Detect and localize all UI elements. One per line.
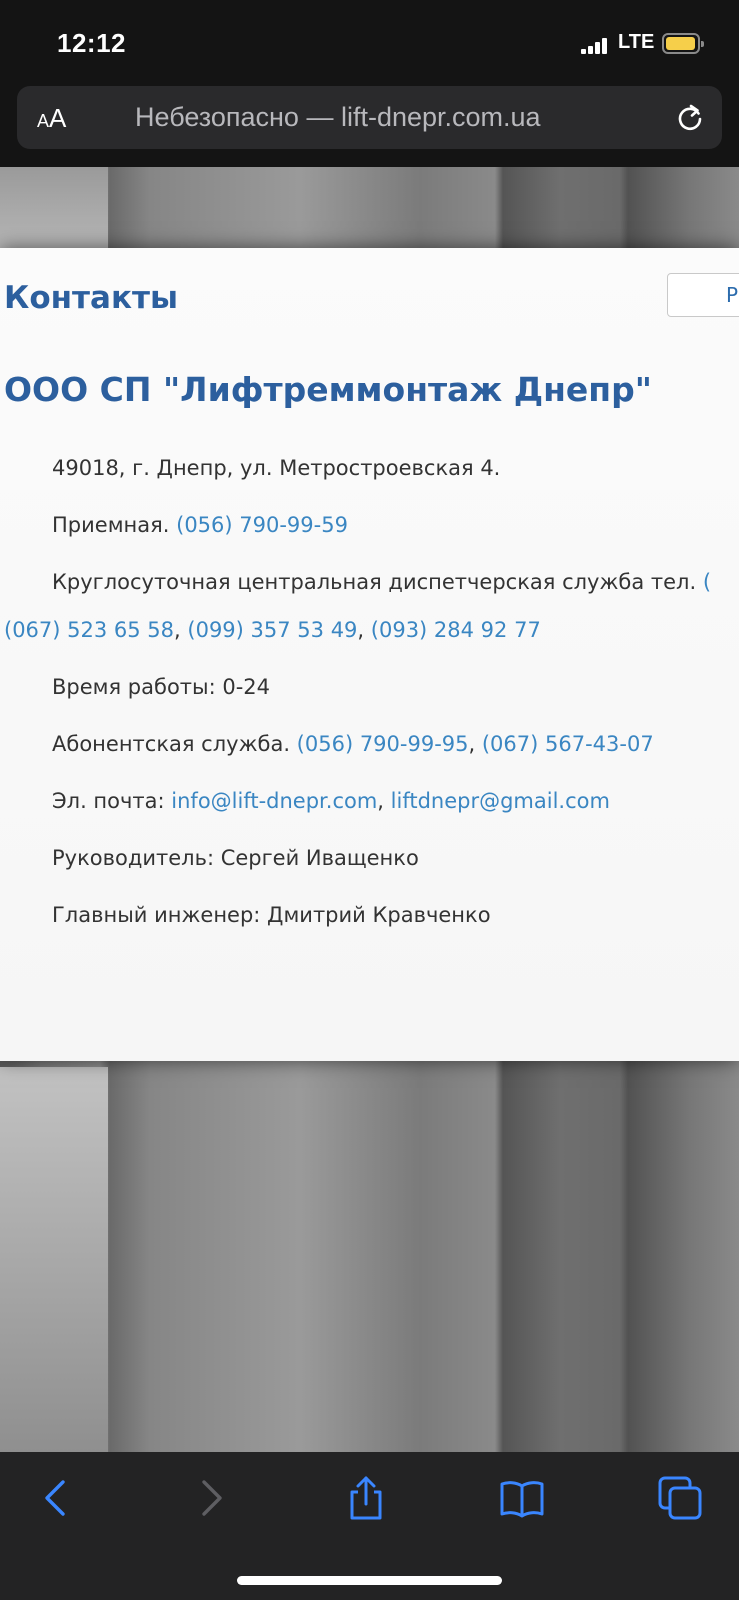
dispatch-line: Круглосуточная центральная диспетчерская…: [52, 570, 711, 594]
subscriber-phone-link-1[interactable]: (056) 790-99-95: [297, 732, 469, 756]
reception-line: Приемная. (056) 790-99-59: [52, 513, 348, 537]
subscriber-sep: ,: [468, 732, 482, 756]
dispatch-sep-2: ,: [357, 618, 371, 642]
dispatch-label: Круглосуточная центральная диспетчерская…: [52, 570, 703, 594]
status-time: 12:12: [57, 28, 126, 58]
browser-top-bar: AA Небезопасно — lift-dnepr.com.ua: [0, 82, 739, 167]
address-bar[interactable]: AA Небезопасно — lift-dnepr.com.ua: [17, 86, 722, 149]
side-button-label: Р: [726, 283, 739, 307]
email-link-1[interactable]: info@lift-dnepr.com: [171, 789, 377, 813]
status-bar: 12:12 LTE: [0, 0, 739, 82]
address-line: 49018, г. Днепр, ул. Метростроевская 4.: [52, 456, 501, 480]
reload-icon[interactable]: [674, 101, 706, 133]
home-indicator[interactable]: [237, 1576, 502, 1585]
url-text[interactable]: Небезопасно — lift-dnepr.com.ua: [135, 102, 541, 133]
dispatch-phone-link-3[interactable]: (093) 284 92 77: [371, 618, 541, 642]
bookmarks-icon[interactable]: [498, 1474, 546, 1522]
share-icon[interactable]: [342, 1474, 390, 1522]
dispatch-phones-line: (067) 523 65 58, (099) 357 53 49, (093) …: [4, 618, 541, 642]
dispatch-sep-1: ,: [174, 618, 188, 642]
forward-icon[interactable]: [186, 1474, 234, 1522]
network-type: LTE: [618, 31, 655, 53]
contacts-card: Контакты Р ООО СП "Лифтреммонтаж Днепр" …: [0, 248, 739, 1061]
subscriber-label: Абонентская служба.: [52, 732, 297, 756]
dispatch-phone-cut[interactable]: (: [703, 570, 711, 594]
director-line: Руководитель: Сергей Иващенко: [52, 846, 419, 870]
reception-phone-link[interactable]: (056) 790-99-59: [176, 513, 348, 537]
company-name: ООО СП "Лифтреммонтаж Днепр": [4, 370, 652, 409]
page-title: Контакты: [4, 280, 178, 316]
battery-icon: [662, 33, 704, 54]
side-button[interactable]: Р: [667, 273, 739, 317]
hours-line: Время работы: 0-24: [52, 675, 271, 699]
text-size-button[interactable]: AA: [37, 103, 66, 134]
subscriber-phone-link-2[interactable]: (067) 567-43-07: [482, 732, 654, 756]
chief-engineer-line: Главный инженер: Дмитрий Кравченко: [52, 903, 491, 927]
dispatch-phone-link-1[interactable]: (067) 523 65 58: [4, 618, 174, 642]
back-icon[interactable]: [33, 1474, 81, 1522]
cellular-signal-icon: [581, 38, 611, 54]
reception-label: Приемная.: [52, 513, 177, 537]
tabs-icon[interactable]: [656, 1474, 704, 1522]
dispatch-phone-link-2[interactable]: (099) 357 53 49: [187, 618, 357, 642]
email-line: Эл. почта: info@lift-dnepr.com, liftdnep…: [52, 789, 610, 813]
email-sep: ,: [377, 789, 391, 813]
email-label: Эл. почта:: [52, 789, 172, 813]
subscriber-line: Абонентская служба. (056) 790-99-95, (06…: [52, 732, 654, 756]
email-link-2[interactable]: liftdnepr@gmail.com: [391, 789, 610, 813]
